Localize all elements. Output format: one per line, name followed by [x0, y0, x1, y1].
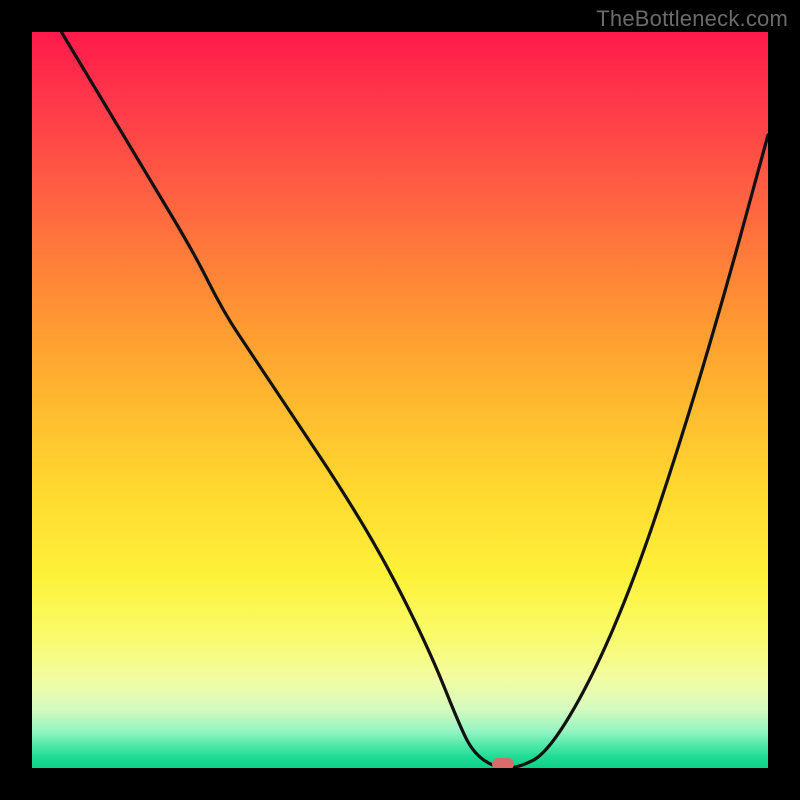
chart-frame: TheBottleneck.com: [0, 0, 800, 800]
watermark-text: TheBottleneck.com: [596, 6, 788, 32]
optimum-marker: [492, 758, 514, 768]
plot-area: [32, 32, 768, 768]
bottleneck-curve: [32, 32, 768, 768]
